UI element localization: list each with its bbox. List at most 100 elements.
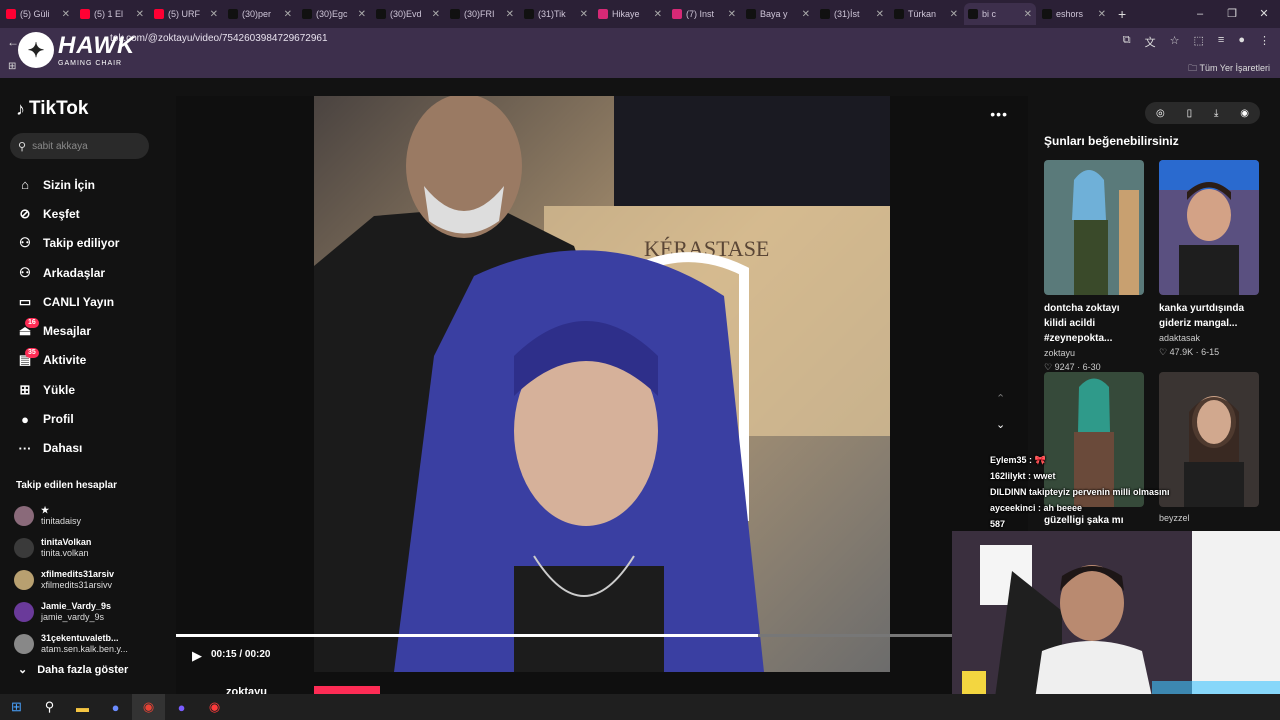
suggestion-thumbnail[interactable] — [1159, 160, 1259, 295]
close-tab-icon[interactable]: ✕ — [62, 9, 70, 20]
account-username: jamie_vardy_9s — [41, 612, 105, 622]
kebab-menu-icon[interactable]: ⋮ — [1259, 34, 1270, 50]
previous-video-icon[interactable]: ⌃ — [996, 392, 1005, 405]
nav-item[interactable]: ⚇ Arkadaşlar — [16, 258, 119, 287]
following-account[interactable]: tinitaVolkan tinita.volkan — [14, 532, 128, 564]
chrome-icon[interactable]: ◉ — [132, 694, 165, 720]
next-video-icon[interactable]: ⌄ — [996, 418, 1005, 431]
maximize-icon[interactable]: ❐ — [1216, 0, 1248, 28]
browser-tab[interactable]: Hikaye ✕ — [594, 3, 666, 25]
show-more-button[interactable]: ⌄ Daha fazla göster — [18, 663, 138, 676]
file-explorer-icon[interactable]: ▬ — [66, 694, 99, 720]
nav-item[interactable]: ⌂ Sizin İçin — [16, 170, 119, 199]
close-tab-icon[interactable]: ✕ — [284, 9, 292, 20]
following-account[interactable]: xfilmedits31arsiv xfilmedits31arsivv — [14, 564, 128, 596]
app-icon[interactable]: ● — [99, 694, 132, 720]
tiktok-logo[interactable]: ♪ TikTok — [16, 98, 88, 120]
suggestion-thumbnail[interactable] — [1044, 160, 1144, 295]
browser-tab[interactable]: (30)per ✕ — [224, 3, 296, 25]
suggestion-card[interactable]: kanka yurtdışında gideriz mangal... adakt… — [1159, 160, 1259, 358]
phone-icon[interactable]: ▯ — [1187, 108, 1193, 119]
close-tab-icon[interactable]: ✕ — [432, 9, 440, 20]
windows-start-icon[interactable]: ⊞ — [0, 694, 33, 720]
nav-item[interactable]: ··· Dahası — [16, 434, 119, 463]
browser-tab[interactable]: (5) URF ✕ — [150, 3, 222, 25]
suggestion-user[interactable]: adaktasak — [1159, 333, 1259, 343]
close-tab-icon[interactable]: ✕ — [506, 9, 514, 20]
star-icon[interactable]: ☆ — [1170, 34, 1180, 50]
search-taskbar-icon[interactable]: ⚲ — [33, 694, 66, 720]
close-tab-icon[interactable]: ✕ — [802, 9, 810, 20]
discord-icon[interactable]: ● — [165, 694, 198, 720]
close-tab-icon[interactable]: ✕ — [654, 9, 662, 20]
following-account[interactable]: Jamie_Vardy_9s jamie_vardy_9s — [14, 596, 128, 628]
suggestion-card[interactable]: dontcha zoktayı kilidi acildi #zeynepokt… — [1044, 160, 1144, 373]
url-field[interactable]: tok.com/@zoktayu/video/75426039847296729… — [110, 33, 328, 44]
browser-tab[interactable]: (31)İst ✕ — [816, 3, 888, 25]
browser-tab[interactable]: Türkan ✕ — [890, 3, 962, 25]
cast-icon[interactable]: ⧉ — [1123, 34, 1131, 50]
suggestion-user[interactable]: zoktayu — [1044, 348, 1144, 358]
following-account[interactable]: ★ tinitadaisy — [14, 500, 128, 532]
close-tab-icon[interactable]: ✕ — [1098, 9, 1106, 20]
media-icon[interactable]: ≡ — [1218, 34, 1224, 50]
nav-item[interactable]: ⊞ Yükle — [16, 375, 119, 404]
close-tab-icon[interactable]: ✕ — [728, 9, 736, 20]
suggestion-thumbnail[interactable] — [1159, 372, 1259, 507]
browser-tab[interactable]: Baya y ✕ — [742, 3, 814, 25]
nav-item[interactable]: ⚇ Takip ediliyor — [16, 229, 119, 258]
all-bookmarks-label: Tüm Yer İşaretleri — [1199, 63, 1270, 73]
suggestion-title[interactable]: kanka yurtdışında gideriz mangal... — [1159, 301, 1259, 331]
close-tab-icon[interactable]: ✕ — [1024, 9, 1032, 20]
apps-grid-icon[interactable]: ⊞ — [8, 61, 16, 72]
close-tab-icon[interactable]: ✕ — [580, 9, 588, 20]
close-tab-icon[interactable]: ✕ — [876, 9, 884, 20]
browser-tab[interactable]: (5) 1 El ✕ — [76, 3, 148, 25]
translate-icon[interactable]: 文 — [1145, 34, 1156, 50]
nav-item[interactable]: ▭ CANLI Yayın — [16, 287, 119, 316]
video-frame[interactable]: KÉRASTASE — [314, 96, 890, 672]
browser-tab[interactable]: (30)Egc ✕ — [298, 3, 370, 25]
all-bookmarks-button[interactable]: 🗀 Tüm Yer İşaretleri — [1188, 61, 1270, 77]
new-tab-button[interactable]: + — [1118, 6, 1126, 22]
browser-tab[interactable]: (30)Evd ✕ — [372, 3, 444, 25]
close-tab-icon[interactable]: ✕ — [950, 9, 958, 20]
download-icon[interactable]: ⤓ — [1214, 108, 1218, 119]
following-account[interactable]: 31çekentuvaletb... atam.sen.kalk.ben.y... — [14, 628, 128, 660]
close-window-icon[interactable]: ✕ — [1248, 0, 1280, 28]
nav-item[interactable]: ⊘ Keşfet — [16, 199, 119, 228]
avatar — [14, 602, 34, 622]
browser-tab[interactable]: (5) Güli ✕ — [2, 3, 74, 25]
account-name: tinitaVolkan — [41, 537, 92, 547]
browser-tab[interactable]: (30)FRI ✕ — [446, 3, 518, 25]
user-avatar-icon[interactable]: ◉ — [1240, 108, 1249, 119]
browser-tab[interactable]: eshors ✕ — [1038, 3, 1110, 25]
browser-tab[interactable]: (31)Tik ✕ — [520, 3, 592, 25]
progress-bar[interactable] — [176, 634, 952, 637]
play-icon[interactable]: ▶ — [192, 648, 202, 664]
tab-title: Türkan — [908, 9, 937, 19]
suggestion-title[interactable]: dontcha zoktayı kilidi acildi #zeynepokt… — [1044, 301, 1144, 346]
extensions-icon[interactable]: ⬚ — [1194, 34, 1204, 50]
profile-avatar-icon[interactable]: ● — [1238, 34, 1245, 50]
suggestion-card[interactable]: beyzzel — [1159, 372, 1259, 527]
obs-icon[interactable]: ◉ — [198, 694, 231, 720]
suggestion-user[interactable]: beyzzel — [1159, 513, 1259, 523]
video-player[interactable]: KÉRASTASE ••• ⌃ ⌄ ▶ 00:15 / 00:20 zoktay… — [176, 96, 1028, 698]
nav-item[interactable]: ⏏ Mesajlar 16 — [16, 316, 119, 345]
minimize-icon[interactable]: – — [1184, 0, 1216, 28]
close-tab-icon[interactable]: ✕ — [136, 9, 144, 20]
tab-title: (5) URF — [168, 9, 200, 19]
nav-label: Mesajlar — [43, 324, 92, 339]
browser-tab[interactable]: bi c ✕ — [964, 3, 1036, 25]
nav-item[interactable]: ● Profil — [16, 404, 119, 433]
close-tab-icon[interactable]: ✕ — [358, 9, 366, 20]
nav-item[interactable]: ▤ Aktivite 35 — [16, 346, 119, 375]
browser-tab[interactable]: (7) Inst ✕ — [668, 3, 740, 25]
close-tab-icon[interactable]: ✕ — [210, 9, 218, 20]
chat-message: 162lilykt : wwet — [990, 471, 1056, 481]
coin-icon[interactable]: ◎ — [1156, 108, 1165, 119]
more-options-icon[interactable]: ••• — [990, 106, 1008, 122]
tab-favicon-icon — [80, 9, 90, 19]
search-input[interactable]: ⚲ sabit akkaya — [10, 133, 149, 159]
